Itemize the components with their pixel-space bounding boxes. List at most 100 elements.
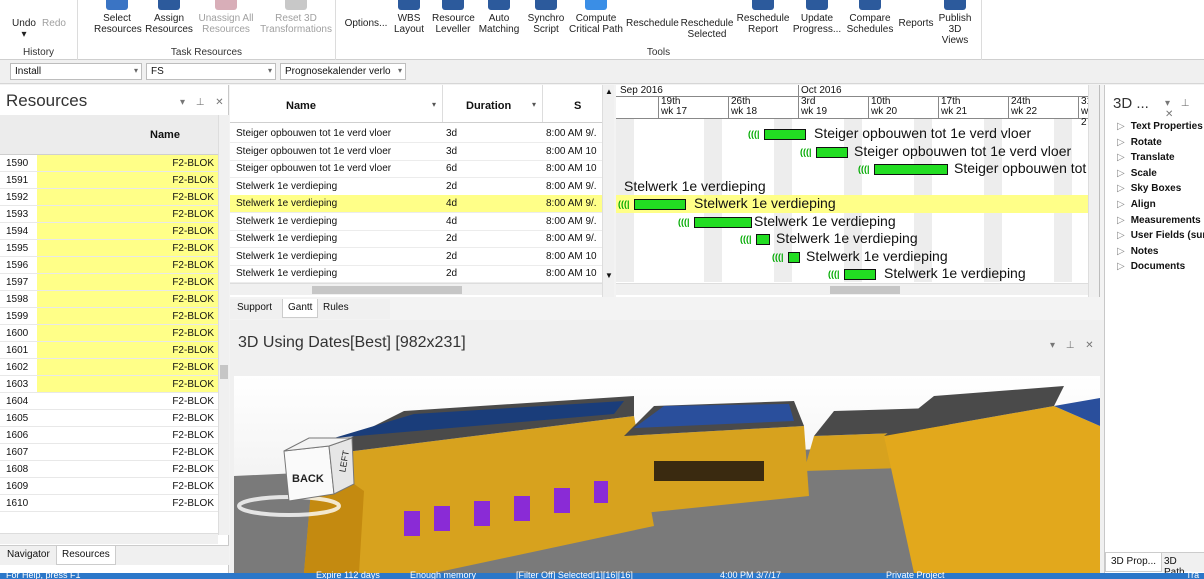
scrollbar-thumb[interactable] [220, 365, 228, 379]
resource-row[interactable]: 1603 F2-BLOK [0, 376, 218, 393]
resource-row[interactable]: 1599 F2-BLOK [0, 308, 218, 325]
expand-arrow-icon[interactable]: ▷ [1117, 246, 1125, 257]
resource-row[interactable]: 1598 F2-BLOK [0, 291, 218, 308]
expand-arrow-icon[interactable]: ▷ [1117, 215, 1125, 226]
wbs-layout-button[interactable]: WBS Layout [392, 0, 426, 42]
tab-rules[interactable]: Rules [318, 299, 354, 318]
property-category[interactable]: ▷ Align [1117, 199, 1156, 210]
3d-viewport[interactable]: BACK LEFT [234, 376, 1100, 573]
property-category[interactable]: ▷ Translate [1117, 152, 1175, 163]
filter-combo-1[interactable]: Install ▾ [10, 63, 142, 80]
reset-3d-button[interactable]: Reset 3D Transformations [258, 0, 334, 42]
task-bar[interactable] [788, 251, 800, 263]
tab-3d-properties[interactable]: 3D Prop... [1105, 553, 1163, 572]
task-row[interactable]: Stelwerk 1e verdieping 2d 8:00 AM 9/. [230, 230, 602, 248]
resource-row[interactable]: 1607 F2-BLOK [0, 444, 218, 461]
resource-row[interactable]: 1592 F2-BLOK [0, 189, 218, 206]
gantt-row[interactable]: (((| Stelwerk 1e verdieping [616, 265, 1099, 283]
nav-cube-back[interactable]: BACK [292, 473, 324, 485]
task-row[interactable]: Steiger opbouwen tot 1e verd vloer 3d 8:00… [230, 125, 602, 143]
grid-hscrollbar[interactable] [230, 283, 602, 295]
expand-arrow-icon[interactable]: ▷ [1117, 137, 1125, 148]
task-bar[interactable] [844, 269, 876, 280]
resource-row[interactable]: 1590 F2-BLOK [0, 155, 218, 172]
expand-arrow-icon[interactable]: ▷ [1117, 152, 1125, 163]
expand-arrow-icon[interactable]: ▷ [1117, 230, 1125, 241]
task-row[interactable]: Stelwerk 1e verdieping 2d 8:00 AM 10 [230, 248, 602, 266]
gantt-row[interactable]: (((| Stelwerk 1e verdieping [616, 195, 1099, 213]
resource-row[interactable]: 1596 F2-BLOK [0, 257, 218, 274]
resource-row[interactable]: 1593 F2-BLOK [0, 206, 218, 223]
property-category[interactable]: ▷ Measurements [1117, 215, 1201, 226]
reschedule-report-button[interactable]: Reschedule Report [736, 0, 790, 42]
resource-row[interactable]: 1608 F2-BLOK [0, 461, 218, 478]
scrollbar-thumb[interactable] [830, 286, 900, 294]
publish-3d-views-button[interactable]: Publish 3D Views [934, 0, 976, 46]
tab-support[interactable]: Support [232, 299, 277, 318]
select-resources-button[interactable]: Select Resources [94, 0, 142, 42]
update-progress-button[interactable]: Update Progress... [792, 0, 842, 42]
expand-arrow-icon[interactable]: ▷ [1117, 183, 1125, 194]
tab-resources[interactable]: Resources [56, 546, 116, 565]
gantt-scrollbar[interactable] [1088, 85, 1099, 297]
gantt-row[interactable]: (((| Stelwerk 1e verdieping [616, 248, 1099, 266]
expand-arrow-icon[interactable]: ▷ [1117, 261, 1125, 272]
scrollbar-thumb[interactable] [312, 286, 462, 294]
gantt-row[interactable]: (((| Stelwerk 1e verdieping [616, 213, 1099, 231]
gantt-row[interactable]: (((| Steiger opbouwen tot 1 [616, 160, 1099, 178]
scroll-down-icon[interactable]: ▼ [605, 271, 613, 280]
resource-row[interactable]: 1602 F2-BLOK [0, 359, 218, 376]
grid-scrollbar[interactable]: ▲ ▼ [602, 85, 614, 297]
task-bar[interactable] [874, 164, 948, 175]
task-row[interactable]: Stelwerk 1e verdieping 4d 8:00 AM 9/. [230, 195, 602, 213]
task-row[interactable]: Steiger opbouwen tot 1e verd vloer 6d 8:00… [230, 160, 602, 178]
expand-arrow-icon[interactable]: ▷ [1117, 168, 1125, 179]
task-row[interactable]: Stelwerk 1e verdieping 4d 8:00 AM 9/. [230, 213, 602, 231]
property-category[interactable]: ▷ Sky Boxes [1117, 183, 1181, 194]
resource-row[interactable]: 1595 F2-BLOK [0, 240, 218, 257]
task-bar[interactable] [764, 129, 806, 140]
scroll-up-icon[interactable]: ▲ [605, 87, 613, 96]
gantt-row[interactable]: Stelwerk 1e verdieping [616, 178, 1099, 196]
resource-row[interactable]: 1609 F2-BLOK [0, 478, 218, 495]
resource-row[interactable]: 1604 F2-BLOK [0, 393, 218, 410]
chevron-down-icon[interactable]: ▾ [532, 100, 536, 109]
resource-row[interactable]: 1601 F2-BLOK [0, 342, 218, 359]
gantt-row[interactable]: (((| Steiger opbouwen tot 1e verd vloer [616, 143, 1099, 161]
task-bar[interactable] [756, 234, 770, 245]
resource-row[interactable]: 1600 F2-BLOK [0, 325, 218, 342]
task-bar[interactable] [816, 146, 848, 158]
chevron-down-icon[interactable]: ▾ [432, 100, 436, 109]
compute-critical-path-button[interactable]: Compute Critical Path [568, 0, 624, 42]
compare-schedules-button[interactable]: Compare Schedules [844, 0, 896, 42]
resource-row[interactable]: 1591 F2-BLOK [0, 172, 218, 189]
resources-scrollbar[interactable] [218, 115, 229, 535]
resource-row[interactable]: 1606 F2-BLOK [0, 427, 218, 444]
resource-row[interactable]: 1605 F2-BLOK [0, 410, 218, 427]
tab-navigator[interactable]: Navigator [2, 546, 55, 565]
expand-arrow-icon[interactable]: ▷ [1117, 121, 1125, 132]
unassign-all-resources-button[interactable]: Unassign All Resources [198, 0, 254, 42]
gantt-row[interactable]: (((| Stelwerk 1e verdieping [616, 230, 1099, 248]
task-bar[interactable] [634, 199, 686, 210]
resource-row[interactable]: 1594 F2-BLOK [0, 223, 218, 240]
col-start[interactable]: S [574, 100, 581, 112]
panel-controls[interactable]: ▾ ⊥ ✕ [1165, 98, 1204, 120]
calendar-combo[interactable]: Prognosekalender verlo ▾ [280, 63, 406, 80]
property-category[interactable]: ▷ Text Properties [1117, 121, 1203, 132]
gantt-row[interactable]: (((| Steiger opbouwen tot 1e verd vloer [616, 125, 1099, 143]
col-name[interactable]: Name [286, 100, 316, 112]
resources-hscrollbar[interactable] [0, 533, 218, 544]
task-bar[interactable] [694, 216, 752, 228]
property-category[interactable]: ▷ Scale [1117, 168, 1157, 179]
property-category[interactable]: ▷ Notes [1117, 246, 1159, 257]
panel-controls[interactable]: ▾ ⊥ ✕ [1050, 340, 1098, 351]
gantt-hscrollbar[interactable] [616, 283, 1088, 295]
col-duration[interactable]: Duration [466, 100, 511, 112]
expand-arrow-icon[interactable]: ▷ [1117, 199, 1125, 210]
resource-row[interactable]: 1610 F2-BLOK [0, 495, 218, 512]
task-row[interactable]: Steiger opbouwen tot 1e verd vloer 3d 8:00… [230, 143, 602, 161]
3d-scene[interactable]: BACK LEFT [234, 376, 1100, 573]
property-category[interactable]: ▷ Documents [1117, 261, 1185, 272]
resource-leveller-button[interactable]: Resource Leveller [432, 0, 475, 42]
